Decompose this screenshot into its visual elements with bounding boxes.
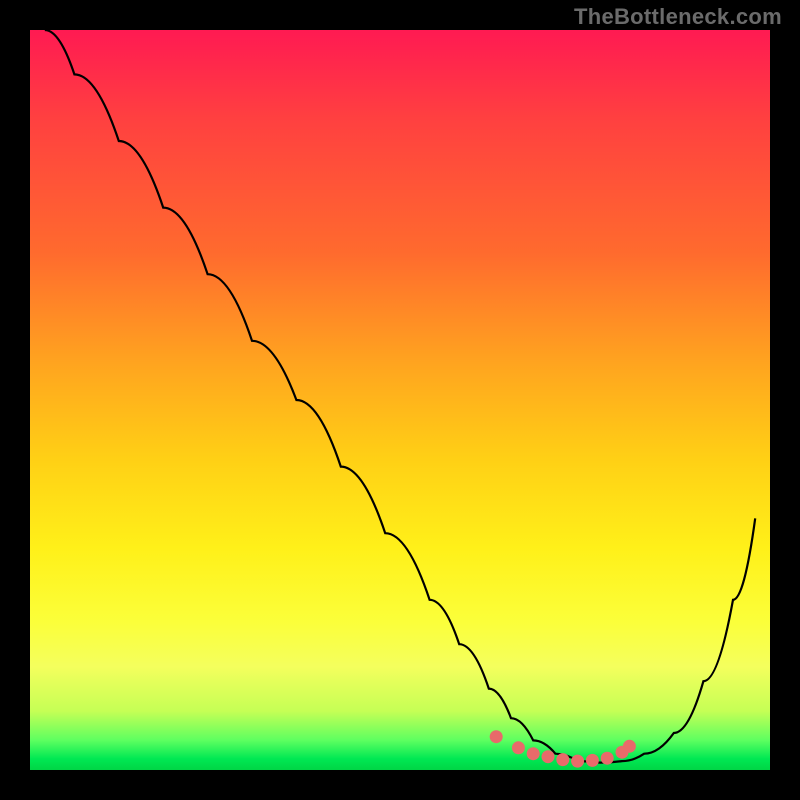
optimal-dot <box>601 752 614 765</box>
chart-frame: TheBottleneck.com <box>0 0 800 800</box>
optimal-dot <box>527 747 540 760</box>
optimal-dot <box>586 754 599 767</box>
plot-area <box>30 30 770 770</box>
optimal-dot <box>623 740 636 753</box>
optimal-dot <box>571 755 584 768</box>
optimal-dot <box>542 750 555 763</box>
plot-outer <box>30 30 770 770</box>
chart-svg <box>30 30 770 770</box>
watermark-text: TheBottleneck.com <box>574 4 782 30</box>
optimal-dot <box>556 753 569 766</box>
bottleneck-curve <box>45 30 755 763</box>
optimal-dot <box>490 730 503 743</box>
optimal-dot <box>512 741 525 754</box>
